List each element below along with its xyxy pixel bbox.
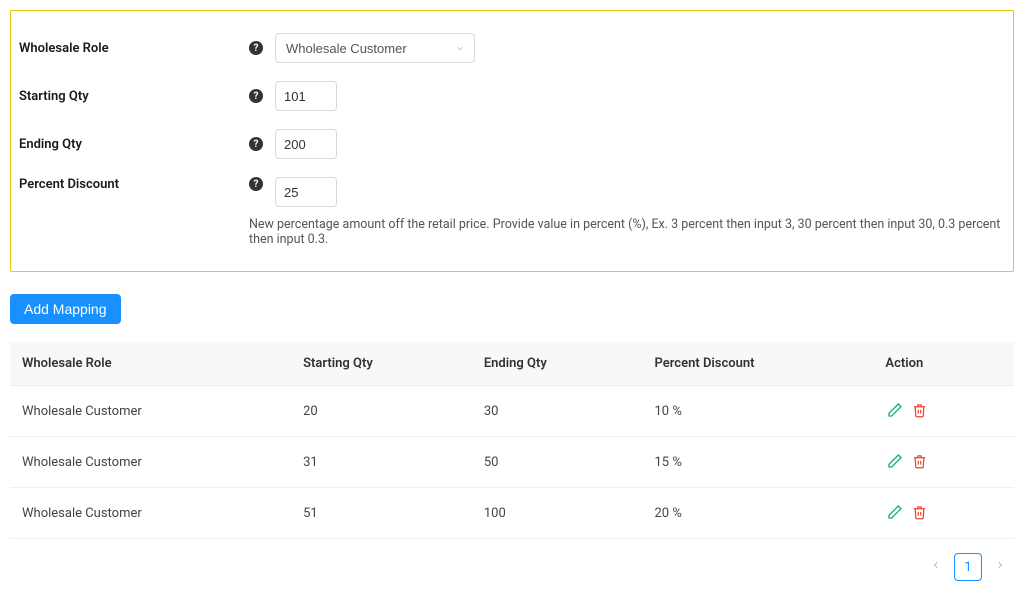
help-icon[interactable]: ? — [249, 137, 263, 151]
col-header-role: Wholesale Role — [10, 342, 291, 386]
ending-qty-row: Ending Qty ? — [19, 117, 1005, 165]
cell-starting-qty: 31 — [291, 437, 472, 488]
delete-button[interactable] — [909, 452, 929, 472]
delete-button[interactable] — [909, 503, 929, 523]
page-next-button[interactable] — [990, 555, 1010, 579]
cell-percent-discount: 20 % — [643, 488, 874, 539]
wholesale-role-row: Wholesale Role ? Wholesale Customer — [19, 21, 1005, 69]
table-row: Wholesale Customer203010 % — [10, 386, 1014, 437]
cell-percent-discount: 15 % — [643, 437, 874, 488]
cell-percent-discount: 10 % — [643, 386, 874, 437]
cell-action — [873, 437, 1014, 488]
edit-button[interactable] — [885, 502, 905, 522]
cell-ending-qty: 30 — [472, 386, 643, 437]
cell-role: Wholesale Customer — [10, 437, 291, 488]
starting-qty-row: Starting Qty ? — [19, 69, 1005, 117]
wholesale-role-label: Wholesale Role — [19, 41, 249, 56]
help-icon[interactable]: ? — [249, 41, 263, 55]
percent-discount-input[interactable] — [275, 177, 337, 207]
help-icon[interactable]: ? — [249, 177, 263, 191]
table-row: Wholesale Customer5110020 % — [10, 488, 1014, 539]
col-header-action: Action — [873, 342, 1014, 386]
starting-qty-label: Starting Qty — [19, 89, 249, 104]
cell-role: Wholesale Customer — [10, 488, 291, 539]
cell-starting-qty: 20 — [291, 386, 472, 437]
page-prev-button[interactable] — [926, 555, 946, 579]
page-number-current[interactable]: 1 — [954, 553, 982, 581]
delete-button[interactable] — [909, 401, 929, 421]
starting-qty-input[interactable] — [275, 81, 337, 111]
cell-starting-qty: 51 — [291, 488, 472, 539]
cell-ending-qty: 100 — [472, 488, 643, 539]
ending-qty-label: Ending Qty — [19, 137, 249, 152]
cell-action — [873, 488, 1014, 539]
col-header-percent-discount: Percent Discount — [643, 342, 874, 386]
wholesale-role-select[interactable]: Wholesale Customer — [275, 33, 475, 63]
cell-role: Wholesale Customer — [10, 386, 291, 437]
percent-discount-row: Percent Discount ? New percentage amount… — [19, 165, 1005, 253]
table-row: Wholesale Customer315015 % — [10, 437, 1014, 488]
percent-discount-label: Percent Discount — [19, 177, 249, 192]
edit-button[interactable] — [885, 400, 905, 420]
col-header-starting-qty: Starting Qty — [291, 342, 472, 386]
cell-action — [873, 386, 1014, 437]
help-icon[interactable]: ? — [249, 89, 263, 103]
add-mapping-button[interactable]: Add Mapping — [10, 294, 121, 324]
ending-qty-input[interactable] — [275, 129, 337, 159]
mapping-table: Wholesale Role Starting Qty Ending Qty P… — [10, 342, 1014, 539]
mapping-form: Wholesale Role ? Wholesale Customer Star… — [10, 10, 1014, 272]
edit-button[interactable] — [885, 451, 905, 471]
percent-discount-helper: New percentage amount off the retail pri… — [249, 217, 1005, 247]
pagination: 1 — [10, 553, 1014, 581]
cell-ending-qty: 50 — [472, 437, 643, 488]
col-header-ending-qty: Ending Qty — [472, 342, 643, 386]
